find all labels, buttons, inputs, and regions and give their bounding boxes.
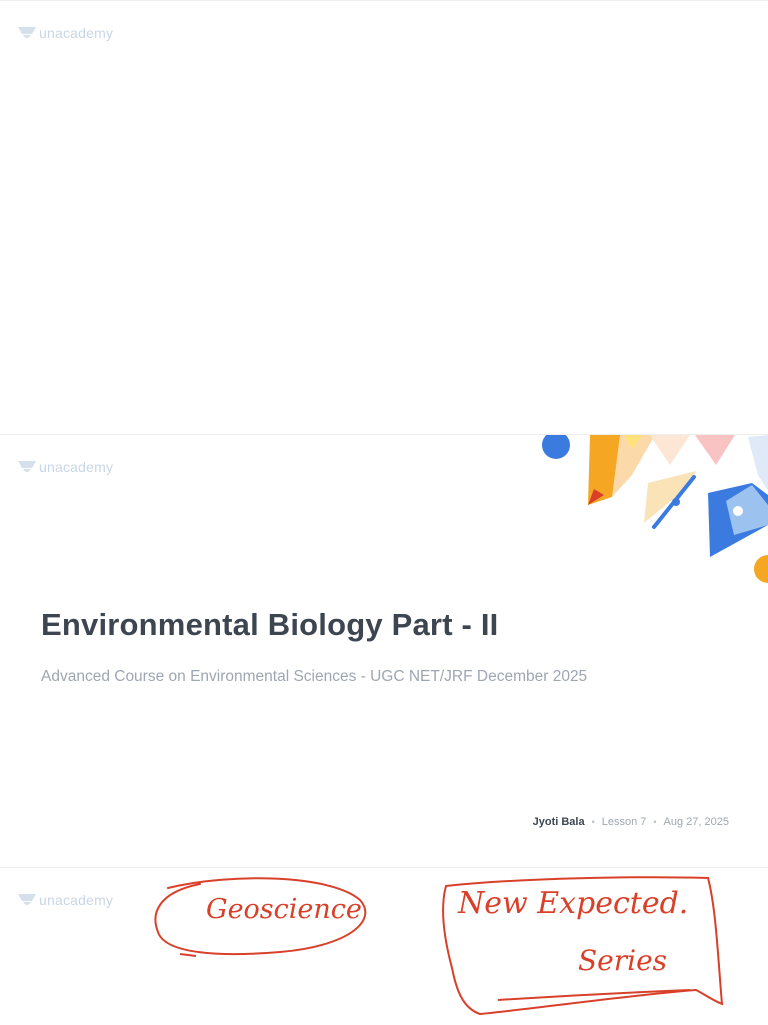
orange-dot-icon (754, 555, 768, 583)
blank-slide: unacademy (0, 0, 768, 434)
lesson-date: Aug 27, 2025 (663, 816, 729, 828)
unacademy-logo-icon (18, 27, 36, 38)
page-title: Environmental Biology Part - II (41, 607, 499, 642)
stationery-illustration (542, 435, 768, 583)
unacademy-logo: unacademy (17, 25, 113, 41)
author-name: Jyoti Bala (532, 816, 585, 828)
handwritten-note-expected: New Expected. (458, 886, 689, 921)
logo-text: unacademy (39, 459, 114, 475)
unacademy-logo-icon (18, 461, 36, 472)
handwritten-note-series: Series (578, 944, 668, 977)
ink-underline (497, 989, 691, 1001)
unacademy-logo: unacademy (17, 459, 113, 475)
pencil-icon (588, 435, 655, 505)
annotation-slide: unacademy Geoscience New Expected. Serie… (0, 867, 768, 1025)
blue-dot-icon (542, 435, 570, 459)
course-subtitle: Advanced Course on Environmental Science… (41, 668, 588, 685)
meta-separator: • (653, 817, 657, 827)
logo-text: unacademy (39, 25, 114, 41)
ruler-icon (644, 471, 696, 529)
meta-separator: • (591, 817, 595, 827)
title-slide: unacademy Environmental Biology Part - I… (0, 434, 768, 867)
lesson-meta: Jyoti Bala • Lesson 7 • Aug 27, 2025 (533, 816, 729, 828)
handwritten-note-geoscience: Geoscience (206, 894, 362, 925)
lesson-number: Lesson 7 (601, 816, 647, 828)
